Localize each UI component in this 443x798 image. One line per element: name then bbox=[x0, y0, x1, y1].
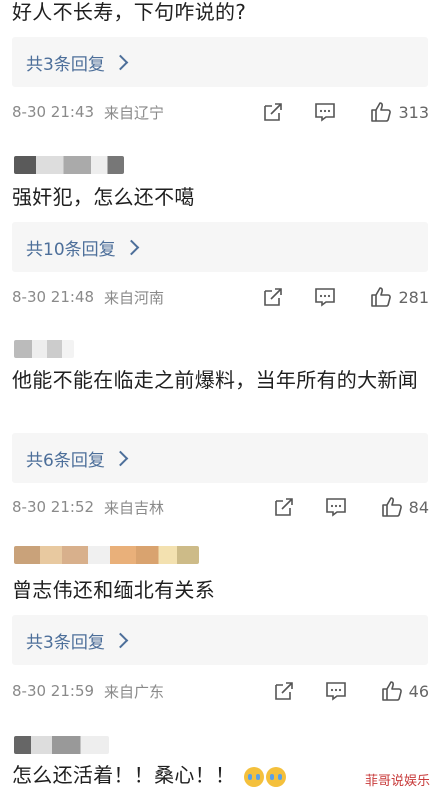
chevron-right-icon bbox=[112, 450, 129, 466]
like-icon[interactable] bbox=[381, 680, 403, 702]
like-icon[interactable] bbox=[381, 496, 403, 518]
username-blurred bbox=[14, 546, 199, 564]
comment-meta: 8-30 21:43 来自辽宁 313 bbox=[12, 100, 443, 124]
comment-meta: 8-30 21:59 来自广东 46 bbox=[12, 679, 443, 703]
username-blurred bbox=[14, 736, 109, 754]
crying-emoji-icon bbox=[243, 766, 264, 787]
chevron-right-icon bbox=[112, 632, 129, 648]
comment-location: 来自河南 bbox=[104, 288, 165, 307]
share-icon[interactable] bbox=[273, 496, 295, 518]
like-count: 46 bbox=[408, 681, 429, 701]
view-replies-button[interactable]: 共10条回复 bbox=[12, 222, 428, 272]
replies-count-label: 共3条回复 bbox=[26, 54, 105, 75]
comment-location: 来自吉林 bbox=[104, 498, 165, 517]
comment-meta: 8-30 21:52 来自吉林 84 bbox=[12, 495, 443, 519]
comment-actions: 84 bbox=[273, 495, 429, 519]
replies-count-label: 共6条回复 bbox=[26, 450, 105, 471]
username-blurred bbox=[14, 156, 124, 174]
comment-meta: 8-30 21:48 来自河南 281 bbox=[12, 285, 443, 309]
like-count: 313 bbox=[398, 102, 429, 122]
comment-time: 8-30 21:43 bbox=[12, 103, 95, 121]
comment-content: 曾志伟还和缅北有关系 bbox=[12, 578, 215, 602]
comment-actions: 46 bbox=[273, 679, 429, 703]
chevron-right-icon bbox=[112, 54, 129, 70]
watermark: 菲哥说娱乐 bbox=[361, 769, 433, 790]
view-replies-button[interactable]: 共6条回复 bbox=[12, 433, 428, 483]
comment-icon[interactable] bbox=[325, 496, 347, 518]
comment-time: 8-30 21:59 bbox=[12, 682, 95, 700]
like-count: 84 bbox=[408, 497, 429, 517]
comment-content: 他能不能在临走之前爆料，当年所有的大新闻 bbox=[12, 368, 418, 392]
comment-time: 8-30 21:52 bbox=[12, 498, 95, 516]
comment-content: 好人不长寿，下句咋说的? bbox=[12, 0, 247, 24]
view-replies-button[interactable]: 共3条回复 bbox=[12, 37, 428, 87]
crying-emoji-icon bbox=[265, 766, 286, 787]
share-icon[interactable] bbox=[262, 286, 284, 308]
comment-time: 8-30 21:48 bbox=[12, 288, 95, 306]
comment-actions: 313 bbox=[262, 100, 429, 124]
like-count: 281 bbox=[398, 287, 429, 307]
comment-location: 来自广东 bbox=[104, 682, 165, 701]
comment-icon[interactable] bbox=[314, 101, 336, 123]
replies-count-label: 共3条回复 bbox=[26, 632, 105, 653]
chevron-right-icon bbox=[123, 239, 139, 255]
replies-count-label: 共10条回复 bbox=[26, 239, 116, 260]
comment-location: 来自辽宁 bbox=[104, 103, 165, 122]
like-icon[interactable] bbox=[370, 101, 392, 123]
share-icon[interactable] bbox=[273, 680, 295, 702]
comment-content: 强奸犯，怎么还不噶 bbox=[12, 185, 195, 209]
share-icon[interactable] bbox=[262, 101, 284, 123]
comment-icon[interactable] bbox=[325, 680, 347, 702]
view-replies-button[interactable]: 共3条回复 bbox=[12, 615, 428, 665]
username-blurred bbox=[14, 340, 74, 358]
like-icon[interactable] bbox=[370, 286, 392, 308]
comment-text: 怎么还活着！！桑心！！ bbox=[12, 763, 236, 787]
comment-icon[interactable] bbox=[314, 286, 336, 308]
comment-actions: 281 bbox=[262, 285, 429, 309]
